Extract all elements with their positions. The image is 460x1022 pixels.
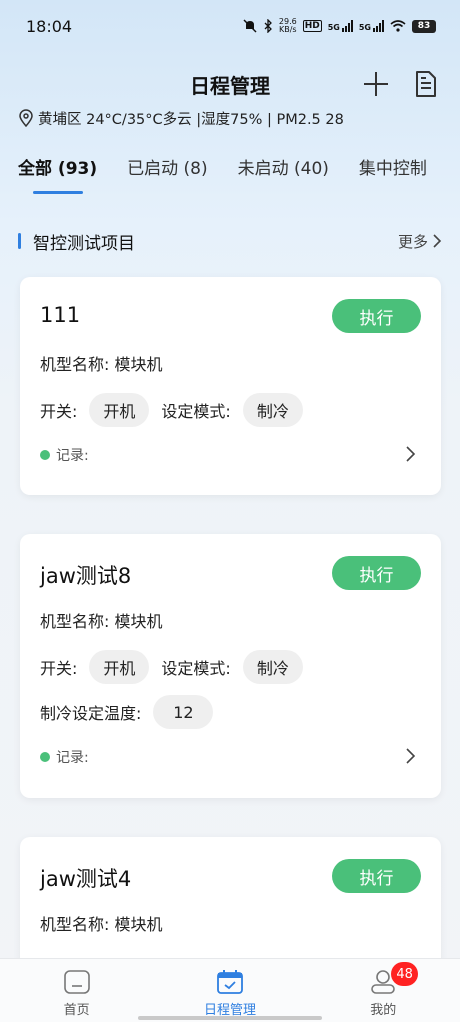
plus-icon bbox=[364, 72, 388, 96]
card-title: 111 bbox=[40, 303, 81, 327]
battery-icon: 83 bbox=[412, 19, 436, 33]
bottom-tab-bar: 首页 日程管理 我的 48 bbox=[0, 958, 460, 1022]
schedule-card: jaw测试8 执行 机型名称: 模块机 开关: 开机 设定模式: 制冷 制冷设定… bbox=[20, 534, 441, 798]
document-icon bbox=[416, 71, 436, 97]
cool-temp-label: 制冷设定温度: bbox=[40, 704, 142, 723]
settings-row: 开关: 开机 设定模式: 制冷 bbox=[40, 650, 315, 684]
bluetooth-icon bbox=[264, 19, 272, 33]
page-header: 日程管理 bbox=[0, 62, 460, 106]
record-row: 记录: bbox=[40, 445, 89, 465]
notification-badge: 48 bbox=[391, 962, 418, 986]
status-dot bbox=[40, 450, 50, 460]
chevron-right-icon[interactable] bbox=[401, 747, 419, 765]
schedule-card: 111 执行 机型名称: 模块机 开关: 开机 设定模式: 制冷 记录: bbox=[20, 277, 441, 495]
add-button[interactable] bbox=[360, 68, 392, 100]
mode-label: 设定模式: bbox=[161, 402, 231, 421]
chevron-right-icon bbox=[433, 234, 442, 248]
model-name: 机型名称: 模块机 bbox=[40, 612, 163, 631]
weather-info: 黄埔区 24°C/35°C多云 |湿度75% | PM2.5 28 bbox=[18, 106, 344, 130]
model-name: 机型名称: 模块机 bbox=[40, 915, 163, 934]
settings-row: 开关: 开机 设定模式: 制冷 bbox=[40, 393, 315, 427]
status-icons: 29.6 KB/s HD 5G 5G 83 bbox=[243, 18, 436, 34]
card-title: jaw测试8 bbox=[40, 564, 132, 588]
section-accent-bar bbox=[18, 233, 21, 249]
calendar-icon bbox=[217, 970, 243, 994]
switch-label: 开关: bbox=[40, 402, 78, 421]
tabbar-label: 首页 bbox=[63, 1003, 90, 1018]
status-bar: 18:04 29.6 KB/s HD 5G 5G 83 bbox=[0, 0, 460, 52]
chevron-right-icon[interactable] bbox=[401, 445, 419, 463]
wifi-icon bbox=[390, 20, 406, 32]
switch-label: 开关: bbox=[40, 659, 78, 678]
tabbar-label: 我的 bbox=[370, 1003, 397, 1018]
card-title: jaw测试4 bbox=[40, 867, 132, 891]
tab-not-started[interactable]: 未启动 (40) bbox=[224, 150, 343, 190]
switch-value: 开机 bbox=[89, 393, 150, 427]
status-dot bbox=[40, 752, 50, 762]
tab-all[interactable]: 全部 (93) bbox=[4, 150, 111, 190]
tab-started[interactable]: 已启动 (8) bbox=[113, 150, 221, 190]
tabbar-mine[interactable]: 我的 48 bbox=[323, 959, 443, 1022]
section-header: 智控测试项目 更多 bbox=[18, 228, 442, 254]
record-row: 记录: bbox=[40, 747, 89, 767]
document-button[interactable] bbox=[410, 68, 442, 100]
location-pin-icon bbox=[19, 109, 33, 127]
mode-value: 制冷 bbox=[242, 650, 303, 684]
mode-label: 设定模式: bbox=[161, 659, 231, 678]
net-speed: 29.6 KB/s bbox=[278, 17, 297, 34]
cool-temp-value: 12 bbox=[153, 695, 214, 729]
signal-5g-icon: 5G bbox=[328, 20, 353, 32]
temperature-row: 制冷设定温度: 12 bbox=[40, 695, 225, 729]
home-indicator bbox=[138, 1016, 322, 1020]
more-link[interactable]: 更多 bbox=[398, 231, 442, 252]
home-icon bbox=[63, 970, 90, 994]
tabbar-schedule[interactable]: 日程管理 bbox=[170, 959, 290, 1022]
tabbar-home[interactable]: 首页 bbox=[17, 959, 137, 1022]
switch-value: 开机 bbox=[89, 650, 150, 684]
signal-5g-icon: 5G bbox=[359, 20, 384, 32]
model-name: 机型名称: 模块机 bbox=[40, 355, 163, 374]
execute-button[interactable]: 执行 bbox=[332, 556, 421, 590]
filter-tabs: 全部 (93) 已启动 (8) 未启动 (40) 集中控制 bbox=[18, 150, 460, 196]
status-time: 18:04 bbox=[26, 16, 73, 36]
mute-bell-icon bbox=[243, 19, 257, 33]
tab-central-control[interactable]: 集中控制 bbox=[345, 150, 441, 190]
execute-button[interactable]: 执行 bbox=[332, 299, 421, 333]
section-title: 智控测试项目 bbox=[18, 229, 135, 254]
execute-button[interactable]: 执行 bbox=[332, 859, 421, 893]
mode-value: 制冷 bbox=[242, 393, 303, 427]
hd-icon: HD bbox=[302, 20, 322, 32]
weather-text: 黄埔区 24°C/35°C多云 |湿度75% | PM2.5 28 bbox=[38, 111, 344, 128]
